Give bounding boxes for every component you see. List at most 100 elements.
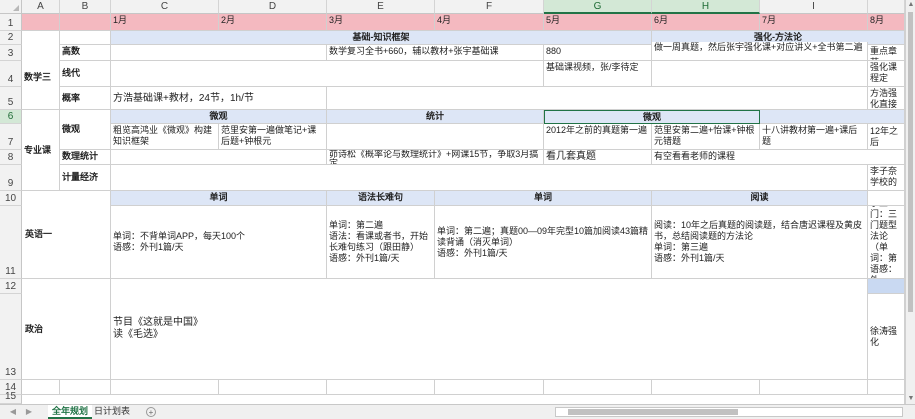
- row-header[interactable]: 1: [0, 14, 22, 31]
- row-header[interactable]: 5: [0, 87, 22, 110]
- cell-a1[interactable]: [22, 14, 60, 31]
- row-header[interactable]: 10: [0, 191, 22, 206]
- phase-weiguan2-header[interactable]: 微观: [544, 110, 760, 124]
- cell-h3[interactable]: 做一周真题，然后张宇强化课+对应讲义+全书第二遍: [652, 42, 868, 61]
- phase-eng-read-header[interactable]: 阅读: [652, 191, 868, 206]
- column-header-c[interactable]: C: [111, 0, 219, 14]
- topic-shuli[interactable]: 数理统计: [60, 150, 111, 165]
- cell-c5[interactable]: 方浩基础课+教材，24节，1h/节: [111, 87, 327, 110]
- cell-g14[interactable]: [544, 380, 652, 395]
- phase-eng-word2-header[interactable]: 单词: [435, 191, 652, 206]
- topic-jiliang[interactable]: 计量经济: [60, 165, 111, 191]
- phase-eng-word-header[interactable]: 单词: [111, 191, 327, 206]
- subject-english[interactable]: 英语一: [22, 191, 111, 279]
- row-header[interactable]: 7: [0, 124, 22, 150]
- cell-j5[interactable]: 方浩强化直接做题: [868, 87, 905, 110]
- cell-b2[interactable]: [60, 31, 111, 45]
- cell-e3[interactable]: 数学复习全书+660，辅以教材+张宇基础课: [327, 45, 544, 61]
- phase-tongji-header[interactable]: 统计: [327, 110, 544, 124]
- row-header[interactable]: 4: [0, 61, 22, 87]
- column-header-i[interactable]: I: [760, 0, 868, 14]
- row-header[interactable]: 13: [0, 294, 22, 380]
- cell-c9[interactable]: [111, 165, 868, 191]
- cell-j14[interactable]: [868, 380, 905, 395]
- cell-h7[interactable]: 范里安第二遍+怡课+钟根元错题: [652, 124, 760, 150]
- cell-e14[interactable]: [327, 380, 435, 395]
- cell-g4[interactable]: 基础课视频，张/李待定: [544, 61, 652, 87]
- month-cell[interactable]: 3月: [327, 14, 435, 31]
- cell-i7[interactable]: 十八讲教材第一遍+课后题: [760, 124, 868, 150]
- topic-xiandai[interactable]: 线代: [60, 61, 111, 87]
- subject-politics[interactable]: 政治: [22, 279, 111, 380]
- row-header[interactable]: 6: [0, 110, 22, 124]
- cell-b1[interactable]: [60, 14, 111, 31]
- cell-c3[interactable]: [111, 45, 327, 61]
- row-header[interactable]: 11: [0, 206, 22, 279]
- cell-c12[interactable]: 节目《这就是中国》 读《毛选》: [111, 279, 868, 380]
- cell-b14[interactable]: [60, 380, 111, 395]
- cell-c7[interactable]: 粗览高鸿业《微观》构建知识框架: [111, 124, 219, 150]
- row-header[interactable]: 15: [0, 391, 22, 404]
- row-15-cells[interactable]: [22, 395, 905, 404]
- month-cell[interactable]: 8月: [868, 14, 905, 31]
- cell-j11[interactable]: 小三门：三门题型法论（单词：第语感：外: [868, 206, 905, 279]
- cell-a2[interactable]: [22, 31, 60, 45]
- cell-j9[interactable]: 李子奈学校的: [868, 165, 905, 191]
- cell-j3[interactable]: 重点章节: [868, 45, 905, 61]
- cell-g7[interactable]: 2012年之前的真题第一遍: [544, 124, 652, 150]
- topic-gailv[interactable]: 概率: [60, 87, 111, 110]
- cell-j13[interactable]: 徐涛强化: [868, 294, 905, 380]
- cell-e5[interactable]: [327, 87, 868, 110]
- phase-eng-grammar-header[interactable]: 语法长难句: [327, 191, 435, 206]
- cell-g8[interactable]: 看几套真题: [544, 150, 652, 165]
- cell-j4[interactable]: 强化课程定: [868, 61, 905, 87]
- cell-c4[interactable]: [111, 61, 544, 87]
- month-cell[interactable]: 6月: [652, 14, 760, 31]
- scroll-up-icon[interactable]: ▲: [907, 1, 915, 9]
- vertical-scrollbar[interactable]: ▲ ▼: [905, 0, 915, 404]
- horizontal-scrollbar[interactable]: [555, 407, 903, 417]
- subject-math[interactable]: 数学三: [22, 45, 60, 110]
- cell-j7[interactable]: 12年之后: [868, 124, 905, 150]
- cell-i6[interactable]: [760, 110, 905, 124]
- horizontal-scroll-thumb[interactable]: [568, 409, 738, 415]
- cell-f14[interactable]: [435, 380, 544, 395]
- select-all-corner[interactable]: [0, 0, 22, 14]
- cell-c8[interactable]: [111, 150, 327, 165]
- phase-basic-header[interactable]: 基础-知识框架: [111, 31, 652, 45]
- column-header-next[interactable]: [868, 0, 905, 14]
- cell-h11[interactable]: 阅读：10年之后真题的阅读题，结合唐迟课程及黄皮书，总结阅读题的方法论 单词：第…: [652, 206, 868, 279]
- row-header[interactable]: 9: [0, 165, 22, 191]
- cell-f11[interactable]: 单词：第二遍；真题00—09年完型10篇加阅读43篇精读背诵（消灭单词） 语感：…: [435, 206, 652, 279]
- topic-gaoshu[interactable]: 高数: [60, 45, 111, 61]
- cell-c14[interactable]: [111, 380, 219, 395]
- column-header-g[interactable]: G: [544, 0, 652, 14]
- month-cell[interactable]: 7月: [760, 14, 868, 31]
- cell-d14[interactable]: [219, 380, 327, 395]
- topic-weiguan[interactable]: 微观: [60, 110, 111, 150]
- row-header[interactable]: 12: [0, 279, 22, 294]
- prev-sheet-icon[interactable]: ◀: [8, 407, 18, 417]
- month-cell[interactable]: 4月: [435, 14, 544, 31]
- row-header[interactable]: 2: [0, 31, 22, 45]
- cell-h8[interactable]: 有空看看老师的课程: [652, 150, 905, 165]
- add-sheet-icon[interactable]: +: [146, 407, 156, 417]
- cell-e7[interactable]: [327, 124, 544, 150]
- cell-h14[interactable]: [652, 380, 760, 395]
- month-cell[interactable]: 1月: [111, 14, 219, 31]
- cell-e11[interactable]: 单词：第二遍 语法：看课或者书，开始长难句练习（跟田静） 语感：外刊1篇/天: [327, 206, 435, 279]
- month-cell[interactable]: 5月: [544, 14, 652, 31]
- month-cell[interactable]: 2月: [219, 14, 327, 31]
- row-header[interactable]: 3: [0, 45, 22, 61]
- cell-g3[interactable]: 880: [544, 45, 652, 61]
- cell-j12[interactable]: [868, 279, 905, 294]
- row-header[interactable]: 8: [0, 150, 22, 165]
- column-header-b[interactable]: B: [60, 0, 111, 14]
- cell-d7[interactable]: 范里安第一遍做笔记+课后题+钟根元: [219, 124, 327, 150]
- column-header-a[interactable]: A: [22, 0, 60, 14]
- cell-j10[interactable]: [868, 191, 905, 206]
- column-header-f[interactable]: F: [435, 0, 544, 14]
- column-header-h[interactable]: H: [652, 0, 760, 14]
- subject-pro[interactable]: 专业课: [22, 110, 60, 191]
- vertical-scroll-thumb[interactable]: [908, 12, 913, 312]
